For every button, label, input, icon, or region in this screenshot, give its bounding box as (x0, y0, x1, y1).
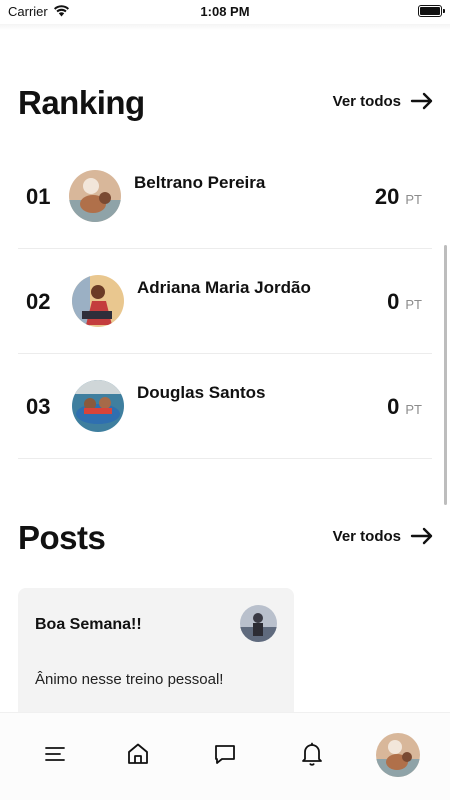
user-photo-icon (72, 380, 124, 432)
post-title: Boa Semana!! (35, 616, 142, 633)
score-value: 20 (374, 184, 400, 209)
user-avatar (72, 380, 124, 432)
tab-bar (0, 712, 450, 800)
notifications-tab[interactable] (299, 741, 325, 767)
arrow-right-icon (410, 527, 433, 545)
rank-position: 01 (26, 184, 51, 209)
rank-position: 03 (26, 394, 51, 419)
rank-score: 0 PT (387, 394, 422, 420)
ranking-see-all-button[interactable]: Ver todos (333, 92, 434, 110)
home-tab[interactable] (125, 741, 151, 767)
home-icon (128, 743, 148, 764)
battery-icon (418, 5, 445, 17)
rank-user-name: Douglas Santos (137, 383, 266, 402)
profile-avatar-icon (376, 733, 420, 777)
see-all-label: Ver todos (332, 92, 401, 110)
user-avatar (69, 170, 121, 222)
score-unit: PT (405, 297, 422, 312)
user-photo-icon (69, 170, 121, 222)
posts-title: Posts (18, 519, 106, 556)
ranking-row[interactable]: 01 Beltrano Pereira 20 PT (18, 144, 432, 249)
rank-score: 20 PT (375, 184, 422, 210)
score-value: 0 (387, 289, 400, 314)
see-all-label: Ver todos (332, 527, 401, 545)
profile-avatar-tab[interactable] (376, 733, 420, 777)
chat-icon (215, 745, 235, 764)
score-unit: PT (405, 402, 422, 417)
post-author-avatar (240, 605, 277, 642)
ranking-row[interactable]: 02 Adriana Maria Jordão 0 PT (18, 249, 432, 354)
rank-user-name: Beltrano Pereira (134, 173, 266, 192)
bell-icon (302, 742, 322, 766)
posts-see-all-button[interactable]: Ver todos (333, 527, 434, 545)
user-photo-icon (240, 605, 277, 642)
posts-header: Posts Ver todos (18, 519, 434, 559)
status-bar: Carrier 1:08 PM (0, 0, 450, 24)
rank-user-name: Adriana Maria Jordão (137, 278, 311, 297)
nav-shadow (0, 24, 450, 30)
score-unit: PT (405, 192, 422, 207)
rank-score: 0 PT (387, 289, 422, 315)
arrow-right-icon (410, 92, 433, 110)
user-photo-icon (72, 275, 124, 327)
clock: 1:08 PM (200, 4, 250, 19)
menu-tab[interactable] (42, 741, 68, 767)
chat-tab[interactable] (212, 741, 238, 767)
ranking-header: Ranking Ver todos (18, 84, 434, 124)
menu-icon (45, 747, 65, 761)
rank-position: 02 (26, 289, 51, 314)
user-avatar (72, 275, 124, 327)
ranking-title: Ranking (18, 84, 145, 121)
ranking-row[interactable]: 03 Douglas Santos 0 PT (18, 354, 432, 459)
scrollbar[interactable] (444, 245, 447, 505)
score-value: 0 (387, 394, 400, 419)
post-card[interactable]: Boa Semana!! Ânimo nesse treino pessoal! (18, 588, 294, 728)
post-body: Ânimo nesse treino pessoal! (35, 671, 224, 688)
